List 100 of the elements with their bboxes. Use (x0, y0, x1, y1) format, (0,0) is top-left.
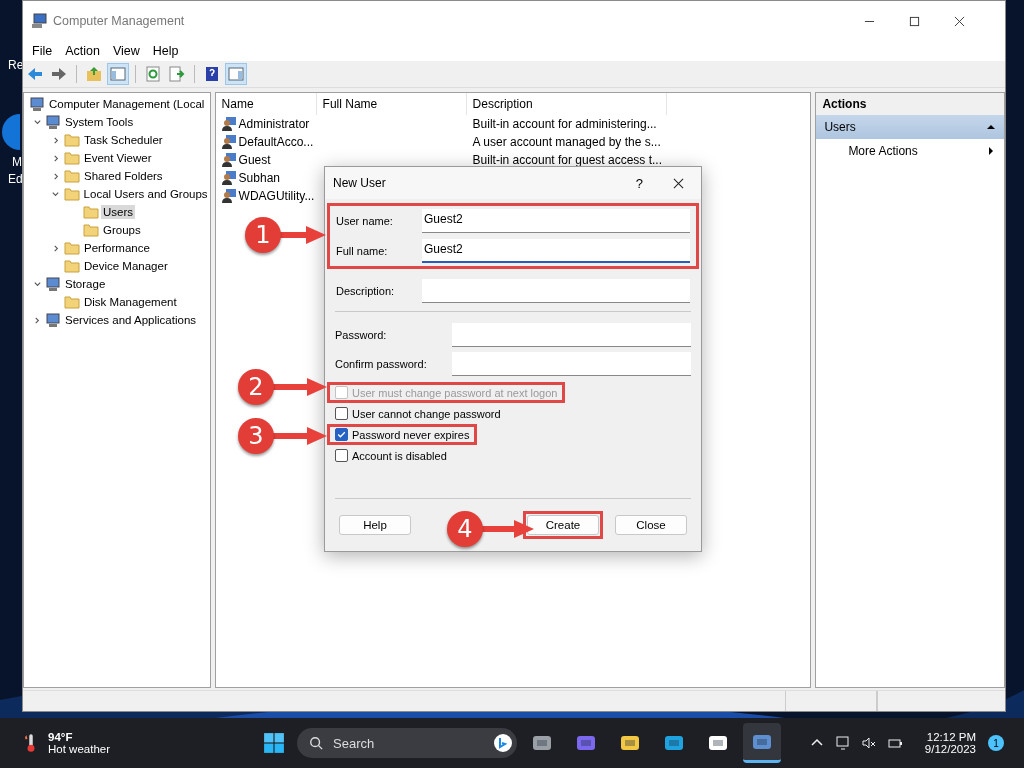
tree-item[interactable]: Task Scheduler (82, 133, 165, 147)
field-label: Confirm password: (335, 357, 428, 370)
notification-badge[interactable]: 1 (988, 735, 1004, 751)
desktop-icon-label[interactable]: M (12, 155, 22, 169)
speaker-muted-icon[interactable] (860, 735, 877, 751)
folder-icon (83, 204, 99, 220)
folder-icon (64, 294, 80, 310)
folder-icon (83, 222, 99, 238)
panel-icon[interactable] (108, 64, 128, 84)
input-field[interactable]: Guest2 (422, 239, 690, 263)
column-header[interactable]: Full Name (316, 93, 467, 115)
actions-section[interactable]: Users (816, 115, 1004, 139)
field-label: Full name: (336, 245, 389, 257)
tree-item[interactable]: Computer Management (Local (47, 97, 207, 111)
search-input[interactable]: Search (331, 734, 493, 752)
menu-item[interactable]: Help (147, 44, 187, 58)
checkbox-label[interactable]: Account is disabled (352, 449, 447, 462)
dialog-button[interactable]: Close (615, 515, 687, 535)
table-cell: WDAGUtility... (238, 189, 315, 203)
folder-icon (64, 240, 80, 256)
collapse-triangle-icon[interactable] (986, 122, 996, 132)
table-cell: Built-in account for administering... (472, 117, 657, 131)
start-icon[interactable] (263, 732, 285, 754)
folder-icon (64, 258, 80, 274)
checkbox[interactable] (335, 407, 348, 420)
close-icon[interactable] (954, 15, 965, 27)
folder-icon (64, 132, 80, 148)
user-icon (220, 152, 237, 168)
password-field[interactable] (452, 351, 691, 376)
maximize-icon[interactable] (909, 15, 920, 27)
chevron-icon[interactable] (32, 279, 42, 289)
column-header[interactable]: Name (215, 93, 317, 115)
chevron-icon[interactable] (51, 171, 61, 181)
menu-item[interactable]: Action (60, 44, 108, 58)
password-field[interactable] (452, 322, 691, 347)
tree-item[interactable]: Services and Applications (63, 313, 199, 327)
chevron-icon[interactable] (32, 117, 42, 127)
window-title: Computer Management (53, 14, 185, 28)
field-label: Password: (335, 328, 388, 341)
refresh-icon[interactable] (143, 64, 163, 84)
chevron-icon[interactable] (51, 135, 61, 145)
temperature[interactable]: 94°F (48, 731, 228, 743)
input-field[interactable] (422, 279, 690, 303)
checkbox[interactable] (335, 449, 348, 462)
field-label: Description: (336, 285, 396, 297)
folder-icon (63, 186, 80, 202)
tree-item[interactable]: System Tools (63, 115, 136, 129)
folder-icon (64, 168, 80, 184)
clock-date[interactable]: 9/12/2023 (924, 743, 976, 755)
app-icon[interactable] (0, 112, 20, 152)
table-cell: Administrator (238, 117, 310, 131)
user-icon (220, 188, 237, 204)
submenu-triangle-icon (986, 146, 996, 156)
actions-header: Actions (816, 93, 1004, 115)
tree-item[interactable]: Groups (101, 223, 143, 237)
help-button[interactable]: ? (635, 175, 643, 191)
console-icon (29, 96, 45, 112)
search-bar[interactable]: Search (297, 728, 517, 758)
tree-item[interactable]: Local Users and Groups (81, 187, 210, 201)
chevron-icon[interactable] (51, 243, 61, 253)
menu-item[interactable]: File (27, 44, 61, 58)
tree-item[interactable]: Users (101, 205, 136, 219)
table-cell: DefaultAcco... (238, 135, 314, 149)
section-title: Users (824, 120, 856, 134)
menu-item[interactable]: View (107, 44, 148, 58)
checkbox-label[interactable]: User cannot change password (352, 407, 501, 420)
dialog-button[interactable]: Create (527, 515, 599, 535)
chat-bubble-icon[interactable] (493, 733, 513, 753)
tree-item[interactable]: Shared Folders (82, 169, 165, 183)
input-field[interactable]: Guest2 (422, 209, 690, 233)
user-icon (220, 134, 237, 150)
monitor-icon[interactable] (834, 735, 851, 751)
tree-item[interactable]: Event Viewer (82, 151, 154, 165)
callout-arrow (278, 225, 326, 245)
table-cell: Subhan (238, 171, 280, 185)
dialog-button[interactable]: Help (339, 515, 411, 535)
tree-item[interactable]: Disk Management (82, 295, 179, 309)
console-icon (45, 312, 61, 328)
tree-item[interactable]: Device Manager (82, 259, 170, 273)
folder-icon (64, 150, 80, 166)
table-cell: Guest (238, 153, 271, 167)
checkbox[interactable] (335, 428, 348, 441)
chevron-icon[interactable] (32, 315, 42, 325)
chevron-icon[interactable] (51, 153, 61, 163)
weather-text[interactable]: Hot weather (48, 743, 228, 755)
export-icon[interactable] (167, 64, 187, 84)
folder-up-icon[interactable] (84, 64, 104, 84)
action-link[interactable]: More Actions (848, 144, 918, 158)
tree-item[interactable]: Storage (63, 277, 108, 291)
console-icon (45, 276, 61, 292)
table-cell: Built-in account for guest access t... (472, 153, 663, 167)
close-icon[interactable] (673, 177, 684, 189)
clock-time[interactable]: 12:12 PM (926, 731, 976, 743)
chevron-icon[interactable] (51, 189, 61, 199)
desktop-icon-label[interactable]: Ed (8, 172, 23, 186)
dialog-title: New User (333, 176, 386, 190)
column-header[interactable]: Description (466, 93, 667, 115)
tree-item[interactable]: Performance (82, 241, 152, 255)
search-icon (309, 736, 323, 750)
desktop-icon-label[interactable]: Re (8, 58, 24, 72)
